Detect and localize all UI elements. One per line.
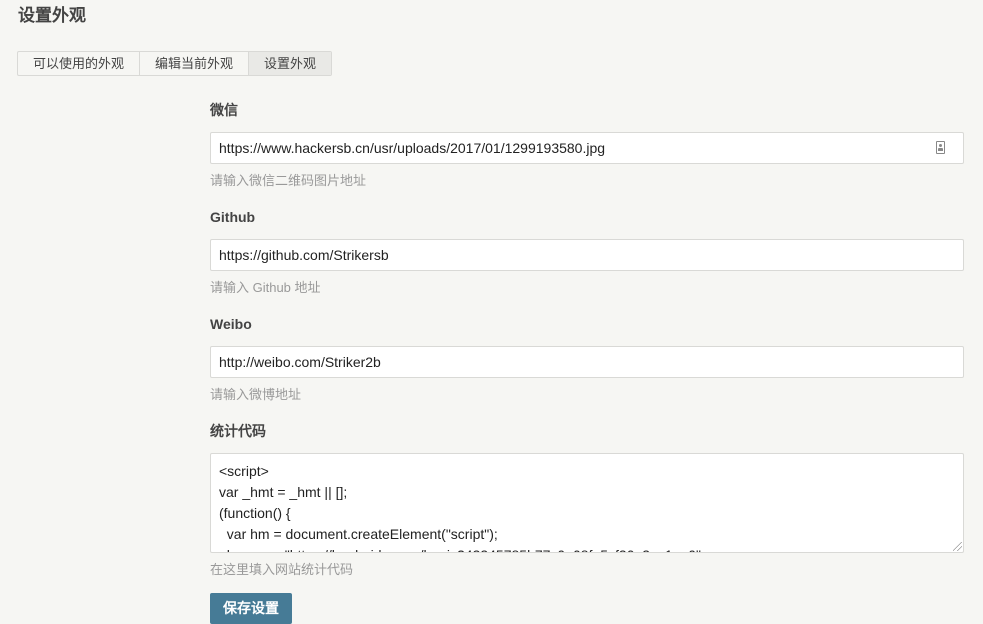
weibo-field-group: Weibo 请输入微博地址: [210, 314, 964, 404]
github-field-group: Github 请输入 Github 地址: [210, 207, 964, 297]
save-settings-button[interactable]: 保存设置: [210, 593, 292, 624]
page-title: 设置外观: [18, 6, 86, 25]
weibo-input[interactable]: [211, 347, 963, 377]
wechat-label: 微信: [210, 102, 238, 118]
autofill-contact-icon[interactable]: [936, 141, 945, 154]
appearance-tabs: 可以使用的外观 编辑当前外观 设置外观: [17, 51, 333, 76]
github-input-wrapper: [210, 239, 964, 271]
tab-edit-current-theme[interactable]: 编辑当前外观: [140, 52, 250, 75]
weibo-label: Weibo: [210, 316, 252, 332]
wechat-input[interactable]: [211, 133, 963, 163]
analytics-hint: 在这里填入网站统计代码: [210, 562, 354, 577]
wechat-input-wrapper: [210, 132, 964, 164]
analytics-code-content: <script> var _hmt = _hmt || []; (functio…: [219, 463, 705, 552]
github-input[interactable]: [211, 240, 963, 270]
analytics-field-group: 统计代码 <script> var _hmt = _hmt || []; (fu…: [210, 421, 964, 579]
analytics-label: 统计代码: [210, 423, 266, 439]
analytics-code-textarea[interactable]: <script> var _hmt = _hmt || []; (functio…: [210, 453, 964, 553]
theme-settings-form: 微信 请输入微信二维码图片地址 Github 请输入 Github 地址 Wei…: [210, 100, 964, 624]
wechat-hint: 请输入微信二维码图片地址: [210, 173, 367, 188]
wechat-field-group: 微信 请输入微信二维码图片地址: [210, 100, 964, 190]
resize-grip-icon[interactable]: [953, 542, 962, 551]
weibo-hint: 请输入微博地址: [210, 387, 302, 402]
weibo-input-wrapper: [210, 346, 964, 378]
tab-available-themes[interactable]: 可以使用的外观: [18, 52, 141, 75]
github-hint: 请输入 Github 地址: [210, 280, 321, 295]
tab-theme-settings[interactable]: 设置外观: [249, 52, 332, 75]
github-label: Github: [210, 209, 256, 225]
